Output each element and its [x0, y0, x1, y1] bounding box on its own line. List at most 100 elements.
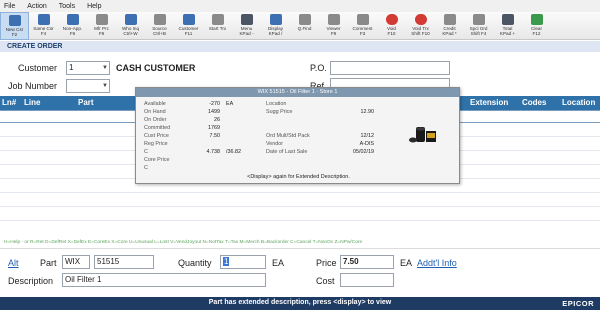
- c2-label: C: [144, 165, 148, 171]
- toolbar-button-quick-find[interactable]: Q.Find: [290, 12, 319, 40]
- section-title: CREATE ORDER: [7, 43, 63, 50]
- customer-name: CASH CUSTOMER: [116, 63, 196, 73]
- menu-help[interactable]: Help: [87, 3, 101, 10]
- toolbar-shortcut: F12: [532, 31, 541, 36]
- status-bar: Part has extended description, press <di…: [0, 297, 600, 310]
- col-extension[interactable]: Extension: [470, 98, 508, 107]
- popup-footer: <Display> again for Extended Description…: [247, 174, 350, 180]
- menu-tools[interactable]: Tools: [59, 3, 75, 10]
- start-transaction-icon: [211, 14, 224, 25]
- ordmult-label: Ord Mult/Std Pack: [266, 133, 310, 139]
- toolbar-button-new-customer[interactable]: New Csr F2: [0, 12, 29, 40]
- toolbar-button-credit[interactable]: Credit KPad *: [435, 12, 464, 40]
- chevron-down-icon[interactable]: ▼: [101, 62, 109, 74]
- col-part[interactable]: Part: [78, 98, 94, 107]
- void-icon: [385, 14, 398, 25]
- part-mfr-value: WIX: [65, 257, 81, 266]
- cost-label: Cost: [316, 276, 335, 286]
- col-line[interactable]: Line: [24, 98, 40, 107]
- vendor-value: A-DIS: [359, 141, 374, 147]
- special-order-icon: [472, 14, 485, 25]
- available-unit: EA: [226, 101, 234, 107]
- col-location[interactable]: Location: [562, 98, 595, 107]
- credit-icon: [443, 14, 456, 25]
- part-number-value: 51515: [97, 257, 120, 266]
- toolbar-button-menu[interactable]: Menu KPad -: [232, 12, 261, 40]
- part-number-input[interactable]: 51515: [94, 255, 154, 269]
- toolbar-shortcut: F4: [40, 31, 47, 36]
- toolbar-button-who-inquiry[interactable]: Who Inq Ctrl+W: [116, 12, 145, 40]
- job-number-input[interactable]: ▼: [66, 79, 110, 93]
- manufacturer-price-icon: [95, 14, 108, 25]
- toolbar-shortcut: F8: [98, 31, 105, 36]
- toolbar-button-special-order[interactable]: Spcl Ord Shift F4: [464, 12, 493, 40]
- onhand-value: 1499: [208, 109, 220, 115]
- part-info-popup: WIX 51515 - Oil Filter 1 - Store 1 Avail…: [135, 87, 460, 184]
- location-label: Location: [266, 101, 287, 107]
- toolbar-button-total[interactable]: Total KPad +: [493, 12, 522, 40]
- toolbar-button-source[interactable]: Source Ctrl+B: [145, 12, 174, 40]
- suggprice-label: Sugg Price: [266, 109, 293, 115]
- toolbar-button-void-transaction[interactable]: Void Trx Shift F10: [406, 12, 435, 40]
- description-value: Oil Filter 1: [65, 275, 102, 284]
- comment-icon: [356, 14, 369, 25]
- lastsale-value: 05/02/19: [353, 149, 374, 155]
- toolbar-button-clear[interactable]: Clear F12: [522, 12, 551, 40]
- toolbar-label: Q.Find: [297, 26, 312, 31]
- toolbar-button-start-transaction[interactable]: Start Trx: [203, 12, 232, 40]
- c-value-2: /36.82: [226, 149, 241, 155]
- toolbar-shortcut: F10: [387, 31, 396, 36]
- custprice-label: Cust Price: [144, 133, 169, 139]
- available-value: -270: [209, 101, 220, 107]
- part-mfr-input[interactable]: WIX: [62, 255, 90, 269]
- product-image: [409, 127, 436, 143]
- quantity-label: Quantity: [178, 258, 212, 268]
- toolbar-shortcut: F9: [330, 31, 337, 36]
- toolbar-button-comment[interactable]: Comment F3: [348, 12, 377, 40]
- description-input[interactable]: Oil Filter 1: [62, 273, 266, 287]
- committed-value: 1769: [208, 125, 220, 131]
- onorder-label: On Order: [144, 117, 167, 123]
- toolbar-button-display[interactable]: Display KPad /: [261, 12, 290, 40]
- menu-bar: File Action Tools Help: [0, 0, 600, 12]
- section-header: CREATE ORDER: [0, 41, 600, 52]
- void-transaction-icon: [414, 14, 427, 25]
- cost-input[interactable]: [340, 273, 394, 287]
- customer-input[interactable]: 1 ▼: [66, 61, 110, 75]
- vendor-label: Vendor: [266, 141, 284, 147]
- col-ln[interactable]: Ln#: [2, 98, 16, 107]
- clear-icon: [530, 14, 543, 25]
- c-value: 4.738: [206, 149, 221, 155]
- col-codes[interactable]: Codes: [522, 98, 546, 107]
- toolbar-button-customer[interactable]: Customer F11: [174, 12, 203, 40]
- menu-file[interactable]: File: [4, 3, 15, 10]
- viewer-icon: [327, 14, 340, 25]
- toolbar-shortcut: F3: [359, 31, 366, 36]
- toolbar-shortcut: KPad *: [442, 31, 457, 36]
- customer-icon: [182, 14, 195, 25]
- c-label: C: [144, 149, 148, 155]
- toolbar-button-manufacturer-price[interactable]: Mfr Prc F8: [87, 12, 116, 40]
- toolbar-shortcut: Ctrl+W: [123, 31, 138, 36]
- chevron-down-icon[interactable]: ▼: [101, 80, 109, 92]
- customer-value: 1: [69, 63, 74, 72]
- price-label: Price: [316, 258, 337, 268]
- toolbar-button-non-app[interactable]: Non-App. F6: [58, 12, 87, 40]
- status-message: Part has extended description, press <di…: [208, 299, 392, 306]
- same-customer-icon: [37, 14, 50, 25]
- toolbar-button-viewer[interactable]: Viewer F9: [319, 12, 348, 40]
- description-label: Description: [8, 276, 54, 286]
- addtl-info-link[interactable]: Addt'l Info: [417, 258, 457, 268]
- menu-action[interactable]: Action: [27, 3, 46, 10]
- grid-divider: [0, 206, 600, 207]
- toolbar-button-void[interactable]: Void F10: [377, 12, 406, 40]
- toolbar: New Csr F2 Same Csr F4 Non-App. F6 Mfr Prc F8 Wh…: [0, 12, 600, 40]
- toolbar-button-same-customer[interactable]: Same Csr F4: [29, 12, 58, 40]
- quantity-input[interactable]: 1: [220, 255, 266, 269]
- grid-divider: [0, 192, 600, 193]
- po-input[interactable]: [330, 61, 450, 75]
- alt-link[interactable]: Alt: [8, 258, 19, 268]
- toolbar-label: Start Trx: [208, 26, 227, 31]
- price-input[interactable]: 7.50: [340, 255, 394, 269]
- menu-icon: [240, 14, 253, 25]
